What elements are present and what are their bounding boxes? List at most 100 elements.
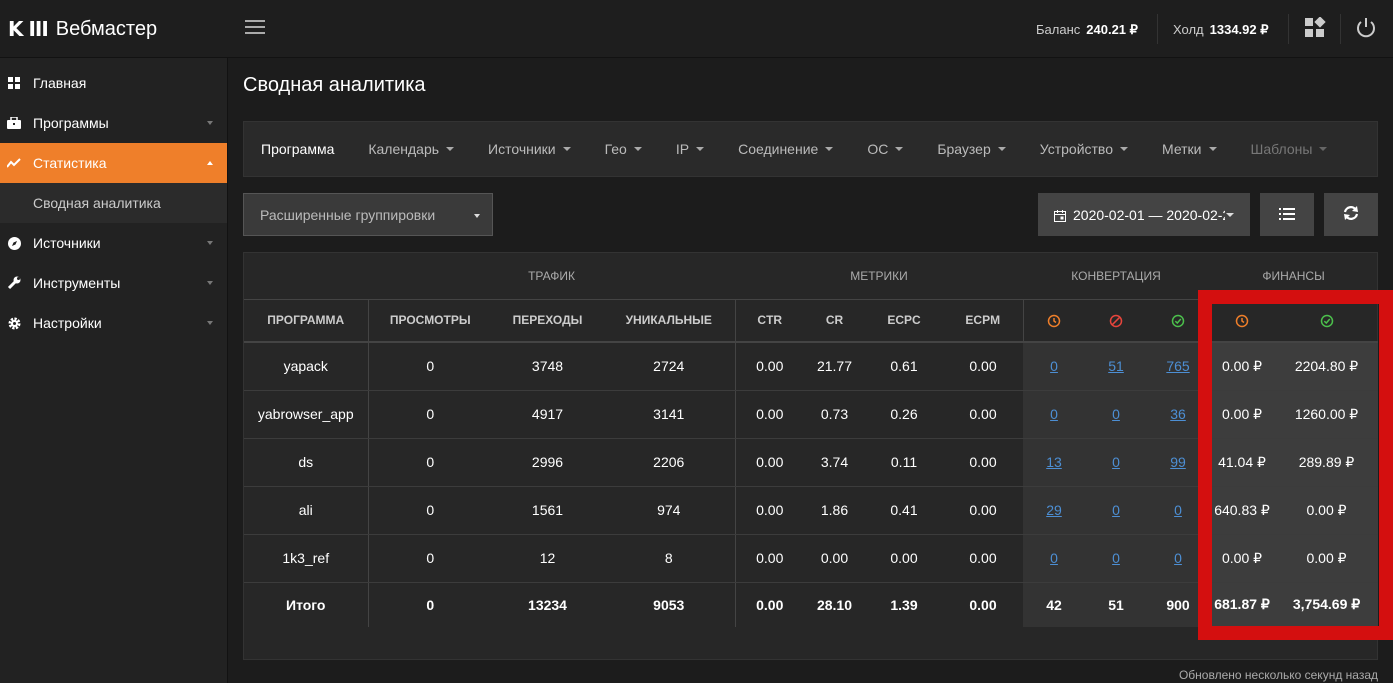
- cell-ctr: 0.00: [734, 342, 804, 391]
- col-header-fin-approved[interactable]: [1275, 299, 1379, 343]
- conv-pending-link[interactable]: 0: [1050, 358, 1058, 374]
- cell-conv-pending: 29: [1023, 486, 1086, 535]
- chevron-down-icon: [207, 321, 213, 325]
- conv-pending-link[interactable]: 0: [1050, 550, 1058, 566]
- divider: [1288, 14, 1289, 44]
- conv-rejected-link[interactable]: 51: [1108, 358, 1124, 374]
- cell-unique: 8: [603, 534, 735, 583]
- col-header-clicks[interactable]: ПЕРЕХОДЫ: [492, 299, 603, 343]
- group-header-traffic: ТРАФИК: [368, 253, 735, 300]
- col-header-views[interactable]: ПРОСМОТРЫ: [367, 299, 492, 343]
- cell-ecpc: 0.11: [865, 438, 943, 487]
- sidebar-subitem-summary-analytics[interactable]: Сводная аналитика: [0, 183, 227, 223]
- cell-cr: 0.73: [804, 390, 865, 439]
- widgets-icon[interactable]: [1304, 16, 1326, 39]
- columns-list-button[interactable]: [1260, 193, 1314, 236]
- caret-down-icon: [825, 147, 834, 151]
- cell-conv-pending: 0: [1023, 342, 1086, 391]
- divider: [1157, 14, 1158, 44]
- refresh-button[interactable]: [1324, 193, 1378, 236]
- cell-views: 0: [367, 582, 492, 627]
- col-header-conv-rejected[interactable]: [1085, 299, 1148, 343]
- sidebar-item-programs[interactable]: Программы: [0, 103, 227, 143]
- filter-templates[interactable]: Шаблоны: [1251, 141, 1328, 157]
- col-header-conv-pending[interactable]: [1022, 299, 1086, 343]
- cell-conv-rejected: 0: [1085, 438, 1148, 487]
- conv-pending-link[interactable]: 0: [1050, 406, 1058, 422]
- date-range-picker[interactable]: 2020-02-01 — 2020-02-2: [1038, 193, 1250, 236]
- filter-program[interactable]: Программа: [261, 141, 334, 157]
- sidebar-item-sources[interactable]: Источники: [0, 223, 227, 263]
- col-header-ecpm[interactable]: ECPM: [943, 299, 1024, 343]
- balance-display: Баланс 240.21 ₽: [1036, 22, 1138, 38]
- filter-geo[interactable]: Гео: [605, 141, 642, 157]
- cell-fin-pending: 0.00 ₽: [1209, 342, 1276, 391]
- conv-rejected-link[interactable]: 0: [1112, 550, 1120, 566]
- sidebar-item-home[interactable]: Главная: [0, 63, 227, 103]
- filter-label: ОС: [867, 141, 889, 157]
- conv-approved-link[interactable]: 765: [1166, 358, 1189, 374]
- cell-views: 0: [367, 534, 492, 583]
- filter-tags[interactable]: Метки: [1162, 141, 1217, 157]
- group-header-finance: ФИНАНСЫ: [1209, 253, 1379, 300]
- conv-rejected-link[interactable]: 0: [1112, 406, 1120, 422]
- conv-pending-link[interactable]: 13: [1046, 454, 1062, 470]
- col-header-ctr[interactable]: CTR: [734, 299, 804, 343]
- power-icon[interactable]: [1355, 17, 1377, 39]
- caret-down-icon: [997, 147, 1006, 151]
- sidebar-item-label: Настройки: [33, 315, 102, 331]
- conv-approved-link[interactable]: 36: [1170, 406, 1186, 422]
- gear-icon: [7, 316, 21, 330]
- caret-down-icon: [446, 147, 455, 151]
- col-header-conv-approved[interactable]: [1147, 299, 1210, 343]
- cell-conv-pending: 0: [1023, 534, 1086, 583]
- cell-conv-rejected: 51: [1085, 582, 1148, 627]
- balance-label: Баланс: [1036, 22, 1081, 37]
- table-row: yabrowser_app 0 4917 3141 0.00 0.73 0.26…: [244, 390, 1379, 439]
- col-header-program[interactable]: ПРОГРАММА: [244, 299, 368, 343]
- conv-rejected-link[interactable]: 0: [1112, 502, 1120, 518]
- conv-approved-link[interactable]: 0: [1174, 502, 1182, 518]
- chevron-down-icon: [207, 241, 213, 245]
- cell-conv-pending: 13: [1023, 438, 1086, 487]
- clock-icon: [1047, 314, 1061, 328]
- caret-down-icon: [1208, 147, 1217, 151]
- conv-approved-link[interactable]: 0: [1174, 550, 1182, 566]
- conv-pending-link[interactable]: 29: [1046, 502, 1062, 518]
- col-header-ecpc[interactable]: ECPC: [865, 299, 943, 343]
- sidebar-item-label: Инструменты: [33, 275, 121, 291]
- filter-os[interactable]: ОС: [867, 141, 904, 157]
- grouping-select[interactable]: Расширенные группировки: [243, 193, 493, 236]
- conv-approved-link[interactable]: 99: [1170, 454, 1186, 470]
- col-header-cr[interactable]: CR: [804, 299, 865, 343]
- cell-ecpc: 0.26: [865, 390, 943, 439]
- filter-ip[interactable]: IP: [676, 141, 705, 157]
- cell-unique: 9053: [653, 596, 685, 613]
- cell-ctr: 0.00: [734, 534, 804, 583]
- filter-label: Браузер: [937, 141, 991, 157]
- sidebar-item-settings[interactable]: Настройки: [0, 303, 227, 343]
- filter-browser[interactable]: Браузер: [937, 141, 1006, 157]
- calendar-icon: [1054, 209, 1066, 222]
- filter-connection[interactable]: Соединение: [738, 141, 834, 157]
- cell-fin-approved: 2204.80 ₽: [1275, 342, 1379, 391]
- col-header-fin-pending[interactable]: [1208, 299, 1276, 343]
- list-icon: [1279, 207, 1295, 223]
- menu-toggle-icon[interactable]: [245, 20, 265, 36]
- sidebar-item-tools[interactable]: Инструменты: [0, 263, 227, 303]
- page-title: Сводная аналитика: [243, 74, 426, 96]
- cell-cr: 1.86: [804, 486, 865, 535]
- filter-device[interactable]: Устройство: [1040, 141, 1128, 157]
- cell-views: 0: [367, 390, 492, 439]
- logo[interactable]: K III Вебмастер: [8, 15, 157, 43]
- analytics-table: ТРАФИК МЕТРИКИ КОНВЕРТАЦИЯ ФИНАНСЫ ПРОГР…: [244, 253, 1379, 627]
- col-header-unique[interactable]: УНИКАЛЬНЫЕ: [603, 299, 735, 343]
- group-header-conversion: КОНВЕРТАЦИЯ: [1023, 253, 1210, 300]
- filter-label: Устройство: [1039, 141, 1113, 157]
- filter-calendar[interactable]: Календарь: [368, 141, 455, 157]
- filter-sources[interactable]: Источники: [488, 141, 571, 157]
- sidebar-item-statistics[interactable]: Статистика: [0, 143, 227, 183]
- table-row: ds 0 2996 2206 0.00 3.74 0.11 0.00 13 0 …: [244, 438, 1379, 487]
- date-range-value: 2020-02-01 — 2020-02-2: [1073, 206, 1225, 223]
- conv-rejected-link[interactable]: 0: [1112, 454, 1120, 470]
